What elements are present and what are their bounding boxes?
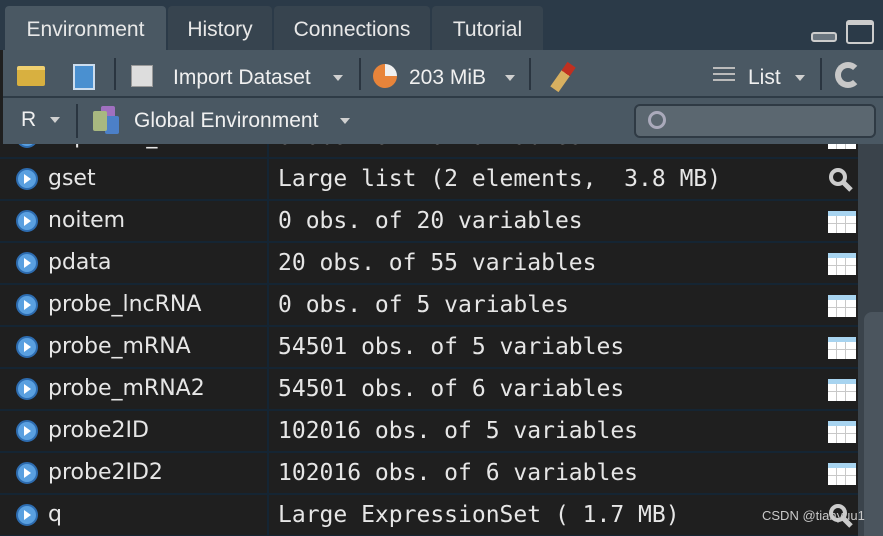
- variable-name: expreSet_mRNA: [48, 144, 226, 157]
- environment-selector-bar: R Global Environment: [3, 98, 883, 144]
- column-divider: [267, 285, 269, 327]
- expand-icon[interactable]: [16, 504, 38, 526]
- maximize-icon[interactable]: [846, 20, 874, 44]
- variable-value: Large ExpressionSet ( 1.7 MB): [278, 502, 680, 528]
- table-import-icon: [131, 65, 153, 87]
- language-label: R: [21, 108, 37, 131]
- variable-row[interactable]: q Large ExpressionSet ( 1.7 MB): [0, 495, 858, 536]
- column-divider: [267, 411, 269, 453]
- table-icon[interactable]: [828, 144, 856, 149]
- import-dataset-label: Import Dataset: [173, 66, 311, 89]
- scrollbar-thumb[interactable]: [864, 312, 883, 536]
- variable-name: noitem: [48, 208, 126, 233]
- table-icon[interactable]: [828, 421, 856, 443]
- column-divider: [267, 201, 269, 243]
- variable-value: 102016 obs. of 6 variables: [278, 460, 639, 486]
- table-icon[interactable]: [828, 211, 856, 233]
- variable-value: 102016 obs. of 5 variables: [278, 418, 639, 444]
- broom-clear-icon[interactable]: [550, 61, 576, 93]
- variable-name: probe_lncRNA: [48, 292, 202, 317]
- variable-row[interactable]: probe_lncRNA 0 obs. of 5 variables: [0, 285, 858, 327]
- view-mode-label: List: [748, 66, 781, 89]
- variable-value: 20 obs. of 55 variables: [278, 250, 597, 276]
- environment-toolbar: Import Dataset 203 MiB List: [3, 50, 883, 98]
- variable-row[interactable]: probe2ID2 102016 obs. of 6 variables: [0, 453, 858, 495]
- chevron-down-icon: [340, 118, 350, 124]
- tab-tutorial[interactable]: Tutorial: [432, 6, 543, 50]
- expand-icon[interactable]: [16, 336, 38, 358]
- variable-value: 54501 obs. of 5 variables: [278, 334, 625, 360]
- table-icon[interactable]: [828, 253, 856, 275]
- list-icon: [713, 67, 735, 85]
- variable-name: probe_mRNA2: [48, 376, 205, 401]
- tab-connections[interactable]: Connections: [274, 6, 430, 50]
- chevron-down-icon: [505, 75, 515, 81]
- column-divider: [267, 159, 269, 201]
- environment-icon: [93, 106, 123, 134]
- variable-row[interactable]: probe2ID 102016 obs. of 5 variables: [0, 411, 858, 453]
- chevron-down-icon: [795, 75, 805, 81]
- variable-value: 0 obs. of 5 variables: [278, 292, 569, 318]
- variable-row[interactable]: gset Large list (2 elements, 3.8 MB): [0, 159, 858, 201]
- expand-icon[interactable]: [16, 420, 38, 442]
- variable-name: gset: [48, 166, 96, 191]
- expand-icon[interactable]: [16, 378, 38, 400]
- chevron-down-icon: [333, 75, 343, 81]
- refresh-icon[interactable]: [835, 62, 861, 88]
- minimize-icon[interactable]: [811, 32, 837, 42]
- variable-name: probe2ID2: [48, 460, 163, 485]
- variable-row[interactable]: pdata 20 obs. of 55 variables: [0, 243, 858, 285]
- table-icon[interactable]: [828, 379, 856, 401]
- chevron-down-icon: [50, 117, 60, 123]
- variable-value: Large list (2 elements, 3.8 MB): [278, 166, 722, 192]
- table-icon[interactable]: [828, 463, 856, 485]
- search-input[interactable]: [634, 104, 876, 138]
- variable-value: 54501 obs. of 6 variables: [278, 376, 625, 402]
- column-divider: [267, 453, 269, 495]
- variable-row[interactable]: expreSet_mRNA 0 obs. of 20 variables: [0, 144, 858, 159]
- table-icon[interactable]: [828, 337, 856, 359]
- tab-environment[interactable]: Environment: [5, 6, 166, 50]
- open-folder-icon[interactable]: [17, 66, 45, 86]
- column-divider: [267, 243, 269, 285]
- variable-row[interactable]: probe_mRNA2 54501 obs. of 6 variables: [0, 369, 858, 411]
- pane-tabbar: Environment History Connections Tutorial: [0, 0, 883, 50]
- variable-name: pdata: [48, 250, 112, 275]
- variable-row[interactable]: probe_mRNA 54501 obs. of 5 variables: [0, 327, 858, 369]
- variable-name: probe_mRNA: [48, 334, 191, 359]
- expand-icon[interactable]: [16, 462, 38, 484]
- environment-label: Global Environment: [134, 109, 319, 132]
- table-icon[interactable]: [828, 295, 856, 317]
- variable-name: q: [48, 502, 62, 527]
- expand-icon[interactable]: [16, 294, 38, 316]
- column-divider: [267, 369, 269, 411]
- variable-row[interactable]: noitem 0 obs. of 20 variables: [0, 201, 858, 243]
- column-divider: [267, 144, 269, 159]
- variable-name: probe2ID: [48, 418, 149, 443]
- tab-history[interactable]: History: [168, 6, 272, 50]
- save-icon[interactable]: [73, 64, 95, 90]
- expand-icon[interactable]: [16, 210, 38, 232]
- watermark: CSDN @tianyuu1: [762, 508, 865, 523]
- column-divider: [267, 495, 269, 536]
- memory-usage-label: 203 MiB: [409, 66, 487, 89]
- expand-icon[interactable]: [16, 144, 38, 148]
- memory-pie-icon: [373, 64, 397, 88]
- expand-icon[interactable]: [16, 252, 38, 274]
- variable-value: 0 obs. of 20 variables: [278, 208, 583, 234]
- column-divider: [267, 327, 269, 369]
- expand-icon[interactable]: [16, 168, 38, 190]
- magnifier-icon[interactable]: [828, 167, 854, 193]
- search-icon: [648, 111, 666, 129]
- variable-value: 0 obs. of 20 variables: [278, 144, 583, 157]
- environment-variable-list: expreSet_mRNA 0 obs. of 20 variables gse…: [0, 144, 858, 536]
